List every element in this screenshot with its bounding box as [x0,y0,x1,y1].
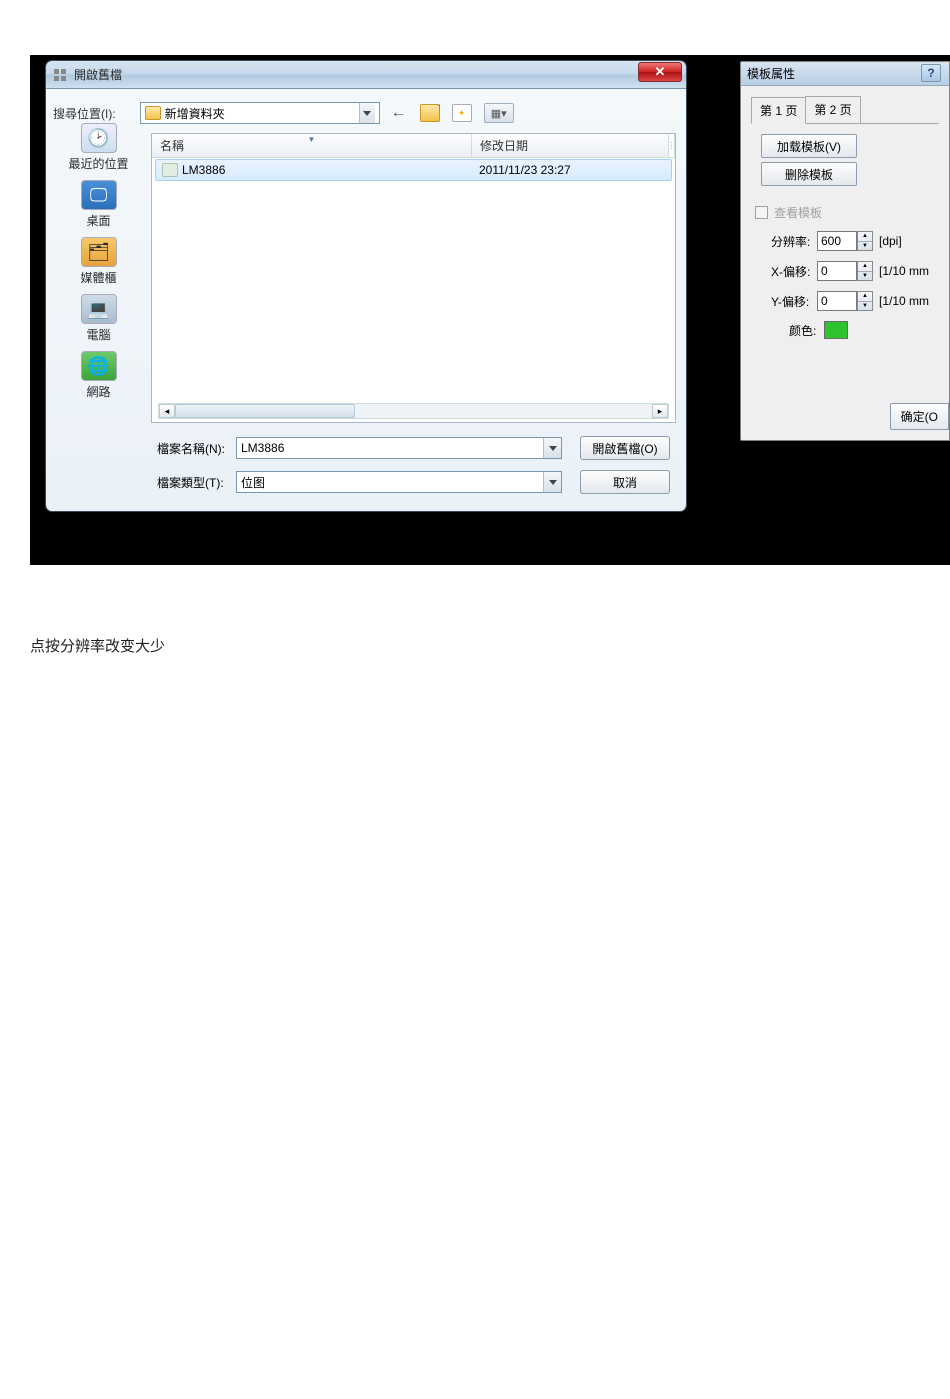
panel-title: 模板属性 [747,65,795,82]
checkbox-icon[interactable] [755,206,768,219]
file-list-header: 名稱 ▼ 修改日期 ⋮ [152,134,675,158]
sidebar-item-libraries[interactable]: 🗂 媒體櫃 [59,235,139,288]
folder-up-icon[interactable] [420,104,440,122]
app-icon [52,67,68,83]
cancel-button[interactable]: 取消 [580,470,670,494]
spin-up-icon: ▲ [858,232,872,242]
network-icon: 🌐 [81,351,117,381]
spin-up-icon: ▲ [858,292,872,302]
scroll-thumb[interactable] [175,404,355,418]
xoffset-label: X-偏移: [771,263,817,280]
column-resizer[interactable]: ⋮ [669,134,675,157]
computer-icon: 💻 [81,294,117,324]
lookin-label: 搜尋位置(I): [53,105,116,122]
new-folder-icon[interactable] [452,104,472,122]
tab-page2[interactable]: 第 2 页 [805,96,860,123]
scroll-right-icon[interactable]: ▸ [652,404,668,418]
file-date: 2011/11/23 23:27 [473,163,671,177]
views-dropdown-icon[interactable]: ▦▾ [484,103,514,123]
filetype-label: 檔案類型(T): [151,474,236,491]
view-template-checkbox-row[interactable]: 查看模板 [755,204,939,221]
sidebar-item-label: 媒體櫃 [80,269,116,286]
sidebar-item-desktop[interactable]: 🖵 桌面 [59,178,139,231]
places-sidebar: 🕑 最近的位置 🖵 桌面 🗂 媒體櫃 💻 電腦 🌐 網路 [46,99,151,501]
open-button[interactable]: 開啟舊檔(O) [580,436,670,460]
yoffset-unit: [1/10 mm [879,294,929,308]
file-row[interactable]: LM3886 2011/11/23 23:27 [155,159,672,181]
spin-down-icon: ▼ [858,242,872,251]
sidebar-item-recent[interactable]: 🕑 最近的位置 [59,121,139,174]
ok-button[interactable]: 确定(O [890,403,949,430]
color-label: 颜色: [789,322,816,339]
color-swatch[interactable] [824,321,848,339]
spin-up-icon: ▲ [858,262,872,272]
scroll-track[interactable] [175,404,652,418]
recent-icon: 🕑 [81,123,117,153]
desktop-icon: 🖵 [81,180,117,210]
sidebar-item-computer[interactable]: 💻 電腦 [59,292,139,345]
column-header-date[interactable]: 修改日期 [472,134,669,157]
horizontal-scrollbar[interactable]: ◂ ▸ [158,403,669,419]
tab-strip: 第 1 页 第 2 页 [751,96,939,124]
filetype-combobox[interactable]: 位图 [236,471,562,493]
chevron-down-icon[interactable] [543,438,561,458]
tab-page1[interactable]: 第 1 页 [751,97,806,124]
chevron-down-icon[interactable] [359,103,375,123]
xoffset-spinner[interactable]: ▲▼ [857,261,873,281]
document-caption: 点按分辨率改变大少 [30,635,950,656]
yoffset-spinner[interactable]: ▲▼ [857,291,873,311]
dialog-titlebar[interactable]: 開啟舊檔 ✕ [46,61,686,89]
file-list: 名稱 ▼ 修改日期 ⋮ LM3886 2011/11/23 23:27 ◂ ▸ [151,133,676,423]
filename-value: LM3886 [237,441,543,455]
back-icon[interactable]: ← [390,104,408,122]
xoffset-input[interactable]: 0 [817,261,857,281]
resolution-input[interactable]: 600 [817,231,857,251]
xoffset-unit: [1/10 mm [879,264,929,278]
load-template-button[interactable]: 加载模板(V) [761,134,857,158]
template-properties-panel: 模板属性 ? 第 1 页 第 2 页 加载模板(V) 删除模板 查看模板 分辨率… [740,61,950,441]
yoffset-label: Y-偏移: [771,293,817,310]
view-template-label: 查看模板 [774,204,822,221]
panel-titlebar[interactable]: 模板属性 ? [741,62,949,86]
resolution-label: 分辨率: [771,233,817,250]
filename-combobox[interactable]: LM3886 [236,437,562,459]
sidebar-item-label: 最近的位置 [68,155,128,172]
spin-down-icon: ▼ [858,302,872,311]
delete-template-button[interactable]: 删除模板 [761,162,857,186]
file-name: LM3886 [182,163,225,177]
filename-label: 檔案名稱(N): [151,440,236,457]
library-icon: 🗂 [81,237,117,267]
resolution-unit: [dpi] [879,234,902,248]
sort-indicator-icon: ▼ [308,135,316,144]
filetype-value: 位图 [237,474,543,491]
lookin-value: 新增資料夾 [165,105,359,122]
sidebar-item-network[interactable]: 🌐 網路 [59,349,139,402]
resolution-spinner[interactable]: ▲▼ [857,231,873,251]
sidebar-item-label: 電腦 [86,326,110,343]
spin-down-icon: ▼ [858,272,872,281]
folder-icon [145,106,161,120]
open-file-dialog: 開啟舊檔 ✕ 🕑 最近的位置 🖵 桌面 🗂 媒體櫃 💻 電腦 [46,61,686,511]
scroll-left-icon[interactable]: ◂ [159,404,175,418]
sidebar-item-label: 桌面 [86,212,110,229]
close-button[interactable]: ✕ [638,62,682,82]
help-button[interactable]: ? [921,64,941,82]
column-header-name[interactable]: 名稱 ▼ [152,134,472,157]
yoffset-input[interactable]: 0 [817,291,857,311]
lookin-dropdown[interactable]: 新增資料夾 [140,102,380,124]
dialog-title: 開啟舊檔 [74,66,122,83]
chevron-down-icon[interactable] [543,472,561,492]
sidebar-item-label: 網路 [86,383,110,400]
bitmap-file-icon [162,163,178,177]
